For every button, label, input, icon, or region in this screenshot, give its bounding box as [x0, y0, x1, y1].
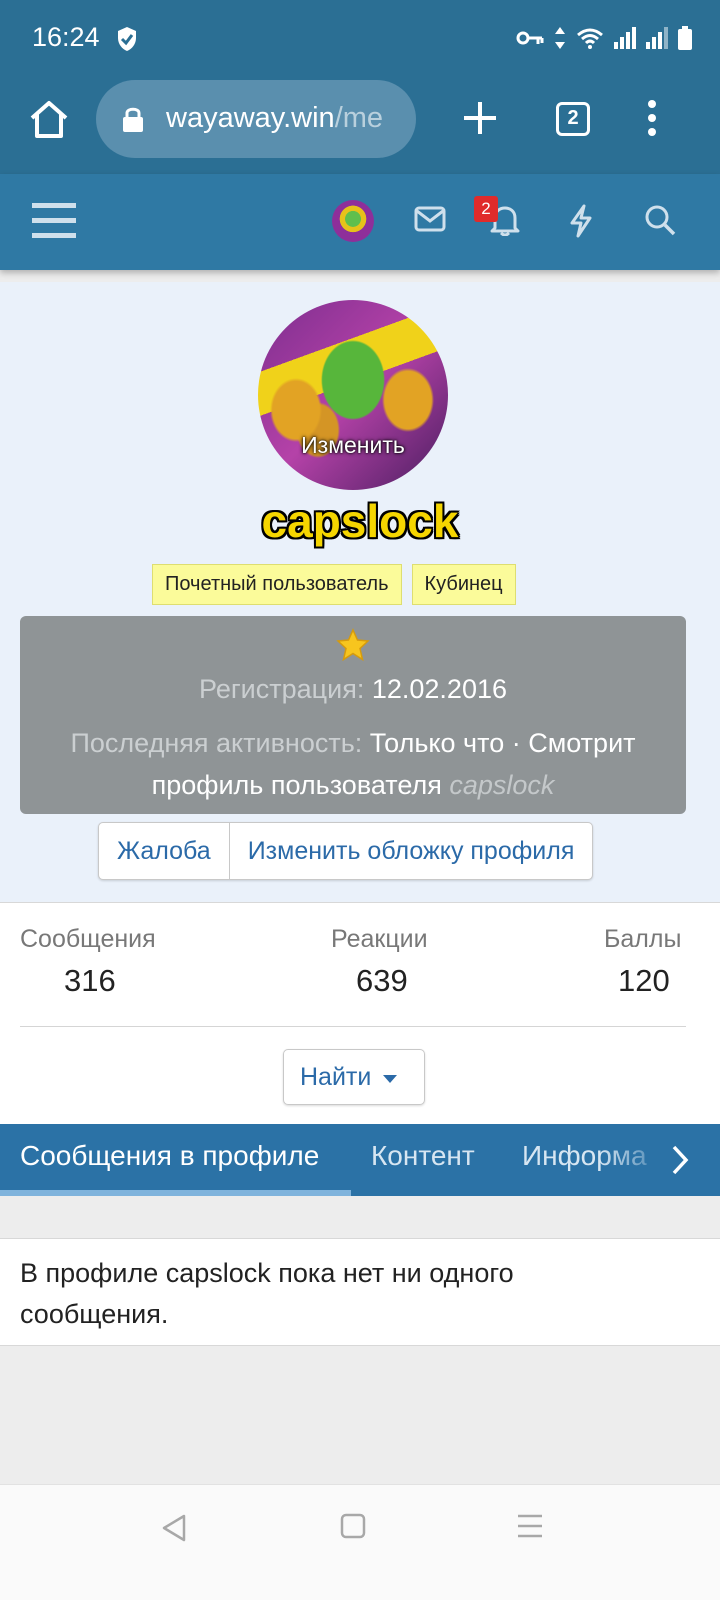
more-menu-icon[interactable] — [642, 98, 662, 138]
url-path: /me — [334, 102, 384, 134]
back-icon[interactable] — [160, 1513, 188, 1543]
status-time: 16:24 — [32, 22, 100, 52]
status-icons — [516, 26, 692, 50]
find-dropdown-button[interactable]: Найти — [283, 1049, 425, 1105]
home-icon[interactable] — [28, 98, 70, 140]
tab-switcher-button[interactable]: 2 — [556, 102, 590, 136]
signal-2-icon — [646, 27, 668, 49]
divider — [20, 1026, 686, 1027]
change-cover-button[interactable]: Изменить обложку профиля — [228, 823, 593, 879]
tab-content[interactable]: Контент — [371, 1140, 475, 1172]
site-nav-bar: 2 — [0, 174, 720, 270]
find-label: Найти — [300, 1063, 372, 1091]
points-value[interactable]: 120 — [618, 963, 670, 999]
wifi-icon — [577, 28, 603, 49]
lightning-icon[interactable] — [568, 204, 594, 238]
data-arrows-icon — [555, 27, 565, 49]
signal-1-icon — [614, 27, 636, 49]
reactions-value[interactable]: 639 — [356, 963, 408, 999]
registration-line: Регистрация: 12.02.2016 — [20, 674, 686, 705]
notification-badge: 2 — [474, 196, 498, 222]
star-icon — [336, 628, 370, 662]
activity-user-link[interactable]: capslock — [449, 770, 554, 800]
messages-value[interactable]: 316 — [64, 963, 116, 999]
browser-toolbar: wayaway.win/me 2 — [0, 78, 720, 174]
address-bar[interactable]: wayaway.win/me — [96, 80, 416, 158]
user-titles: Почетный пользователь Кубинец — [152, 564, 516, 605]
profile-stats: Сообщения 316 Реакции 639 Баллы 120 Найт… — [0, 902, 720, 1124]
registration-label: Регистрация: — [199, 674, 365, 704]
mail-icon[interactable] — [414, 206, 446, 232]
new-tab-icon[interactable] — [462, 100, 498, 136]
url-text: wayaway.win/me — [166, 102, 402, 135]
registration-date: 12.02.2016 — [371, 674, 507, 704]
recent-apps-icon[interactable] — [516, 1513, 544, 1539]
spacer — [0, 1196, 720, 1238]
hamburger-menu-icon[interactable] — [32, 201, 76, 241]
shield-icon — [118, 27, 136, 51]
user-avatar[interactable] — [332, 200, 374, 242]
reactions-label: Реакции — [331, 925, 428, 953]
avatar-edit-label[interactable]: Изменить — [258, 432, 448, 459]
search-icon[interactable] — [644, 204, 676, 236]
activity-label: Последняя активность: — [70, 728, 363, 758]
status-bar: 16:24 — [0, 0, 720, 78]
profile-info-card: Регистрация: 12.02.2016 Последняя активн… — [20, 616, 686, 814]
empty-posts-text: В профиле capslock пока нет ни одного со… — [20, 1258, 514, 1329]
url-domain: wayaway.win — [166, 102, 335, 134]
home-square-icon[interactable] — [340, 1513, 366, 1539]
user-title-badge: Почетный пользователь — [152, 564, 402, 605]
profile-actions: Жалоба Изменить обложку профиля — [98, 822, 594, 880]
empty-posts-message: В профиле capslock пока нет ни одного со… — [0, 1238, 720, 1346]
profile-tabs: Сообщения в профиле Контент Информа — [0, 1124, 720, 1196]
vpn-key-icon — [516, 31, 544, 45]
user-title-badge: Кубинец — [411, 564, 516, 605]
lock-icon — [123, 107, 143, 132]
system-navigation-bar — [0, 1484, 720, 1600]
profile-username: capslock — [261, 495, 459, 547]
tab-profile-posts[interactable]: Сообщения в профиле — [20, 1140, 319, 1172]
chevron-right-icon[interactable] — [670, 1144, 690, 1176]
points-label: Баллы — [604, 925, 682, 953]
profile-header: Изменить capslock Почетный пользователь … — [0, 282, 720, 902]
profile-avatar[interactable] — [258, 300, 448, 490]
messages-label: Сообщения — [20, 925, 156, 953]
report-button[interactable]: Жалоба — [99, 823, 229, 879]
caret-down-icon — [383, 1075, 397, 1083]
activity-line: Последняя активность: Только что · Смотр… — [30, 722, 676, 806]
battery-icon — [678, 26, 692, 50]
tab-fade — [600, 1124, 670, 1196]
